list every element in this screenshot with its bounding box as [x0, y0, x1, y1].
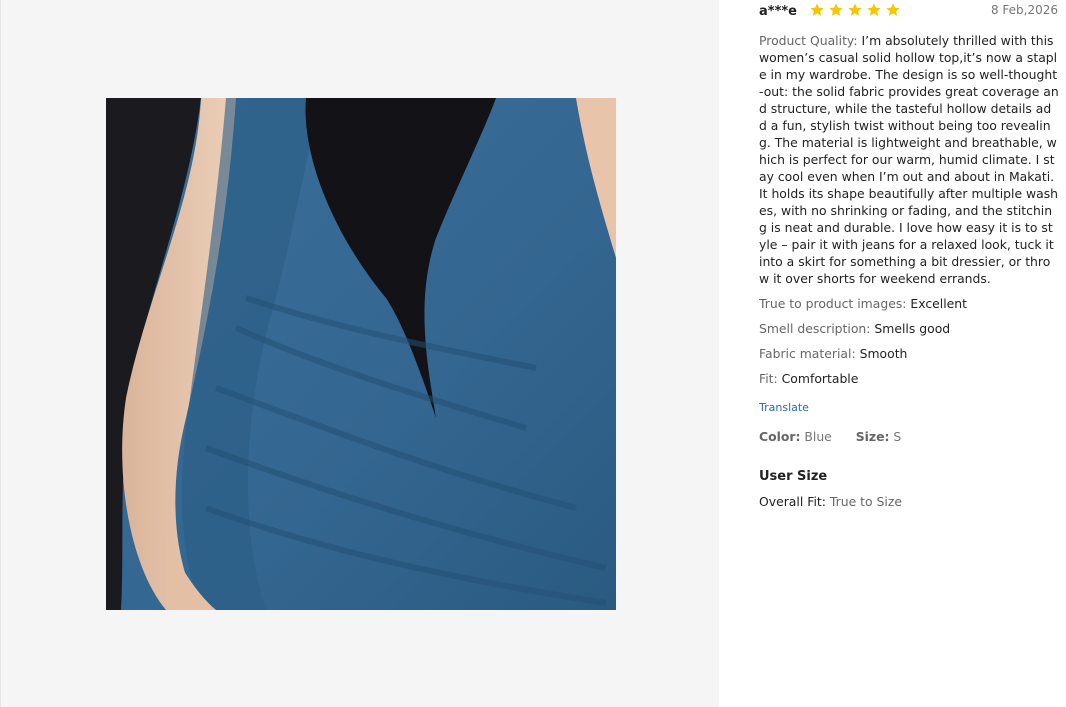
star-icon [810, 3, 824, 16]
image-viewer-pane [0, 0, 719, 707]
user-size-title: User Size [759, 469, 828, 484]
color-value: Blue [804, 429, 832, 444]
attr-fabric: Fabric material: Smooth [759, 345, 1059, 362]
translate-link[interactable]: Translate [759, 401, 809, 414]
attr-value: Excellent [910, 296, 968, 311]
purchase-specs: Color: Blue Size: S [759, 429, 1059, 444]
size-label: Size: [855, 429, 890, 444]
size-value: S [893, 429, 902, 444]
star-icon [886, 3, 900, 16]
attr-label: Fabric material: [759, 346, 856, 361]
attr-label: Fit: [759, 371, 778, 386]
attr-value: Smooth [859, 346, 908, 361]
attr-true-to-images: True to product images: Excellent [759, 295, 1059, 312]
review-photo-image [106, 98, 616, 610]
overall-fit-value: True to Size [829, 494, 902, 509]
attr-smell: Smell description: Smells good [759, 320, 1059, 337]
overall-fit: Overall Fit: True to Size [759, 494, 1059, 509]
review-panel: a***e 8 Feb,2026 Product Quality: I’m ab… [759, 0, 1059, 707]
overall-fit-label: Overall Fit: [759, 494, 826, 509]
star-rating [809, 2, 901, 18]
attr-fit: Fit: Comfortable [759, 370, 1059, 387]
attr-value: Smells good [874, 321, 951, 336]
review-photo[interactable] [106, 98, 616, 610]
product-quality-text: I’m absolutely thrilled with this women’… [759, 33, 1059, 286]
attr-label: Smell description: [759, 321, 871, 336]
review-header: a***e 8 Feb,2026 [759, 2, 1059, 22]
reviewer-name: a***e [759, 4, 797, 19]
star-icon [848, 3, 862, 16]
review-content: Product Quality: I’m absolutely thrilled… [759, 32, 1059, 509]
review-text: Product Quality: I’m absolutely thrilled… [759, 32, 1059, 287]
product-quality-label: Product Quality: [759, 33, 858, 48]
star-icon [829, 3, 843, 16]
attr-label: True to product images: [759, 296, 907, 311]
star-icon [867, 3, 881, 16]
attr-value: Comfortable [781, 371, 859, 386]
review-date: 8 Feb,2026 [990, 3, 1058, 17]
color-label: Color: [759, 429, 801, 444]
